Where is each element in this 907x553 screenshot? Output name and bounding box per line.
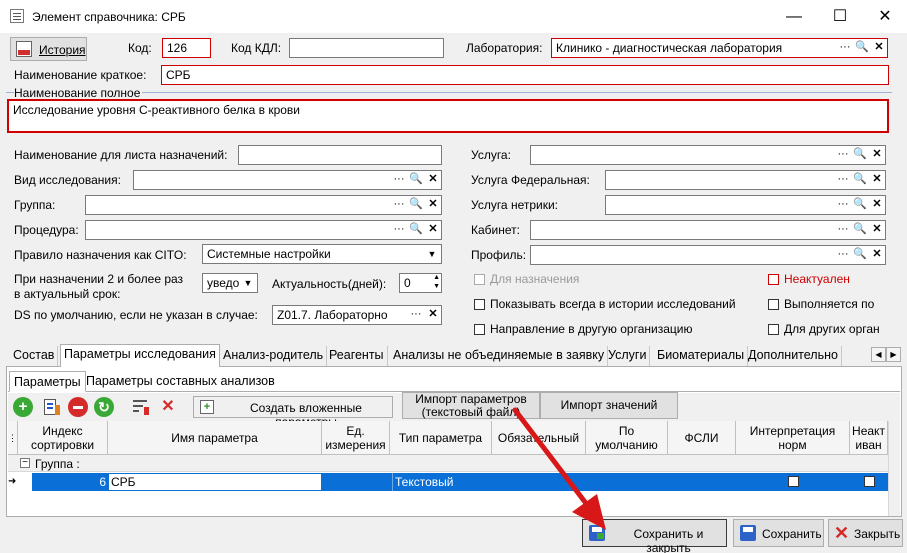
annotation-arrow: [512, 407, 606, 530]
reference-element-window: Элемент справочника: СРБ — ☐ ✕ История К…: [0, 0, 907, 553]
